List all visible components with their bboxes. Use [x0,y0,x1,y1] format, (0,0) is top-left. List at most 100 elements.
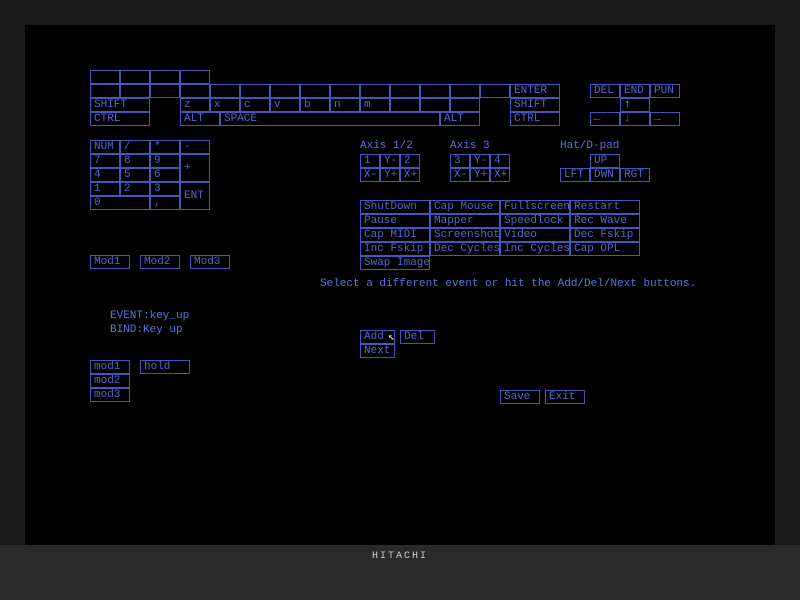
action-inccycles[interactable]: Inc Cycles [500,242,570,256]
key-enter[interactable]: ENTER [510,84,560,98]
save-button[interactable]: Save [500,390,540,404]
key-generic[interactable] [420,98,450,112]
hat-rgt[interactable]: RGT [620,168,650,182]
key-generic[interactable] [180,84,210,98]
key-generic[interactable] [420,84,450,98]
action-capopl[interactable]: Cap OPL [570,242,640,256]
numpad-num[interactable]: NUM [90,140,120,154]
key-ctrl-left[interactable]: CTRL [90,112,150,126]
action-incfskip[interactable]: Inc Fskip [360,242,430,256]
mod2-button[interactable]: Mod2 [140,255,180,269]
key-n[interactable]: n [330,98,360,112]
key-shift-left[interactable]: SHIFT [90,98,150,112]
axis12-xplus[interactable]: X+ [400,168,420,182]
key-x[interactable]: x [210,98,240,112]
hat-up[interactable]: UP [590,154,620,168]
key-b[interactable]: b [300,98,330,112]
action-screenshot[interactable]: Screenshot [430,228,500,242]
key-generic[interactable] [450,98,480,112]
key-z[interactable]: z [180,98,210,112]
action-swapimage[interactable]: Swap Image [360,256,430,270]
action-shutdown[interactable]: ShutDown [360,200,430,214]
action-deccycles[interactable]: Dec Cycles [430,242,500,256]
key-ctrl-right[interactable]: CTRL [510,112,560,126]
action-capmidi[interactable]: Cap MIDI [360,228,430,242]
action-fullscreen[interactable]: Fullscreen [500,200,570,214]
key-up-arrow[interactable]: ↑ [620,98,650,112]
key-generic[interactable] [90,84,120,98]
action-mapper[interactable]: Mapper [430,214,500,228]
key-generic[interactable] [90,70,120,84]
bindmod3-button[interactable]: mod3 [90,388,130,402]
numpad-comma[interactable]: , [150,196,180,210]
axis3-xminus[interactable]: X- [450,168,470,182]
axis3-4[interactable]: 4 [490,154,510,168]
action-restart[interactable]: Restart [570,200,640,214]
key-down-arrow[interactable]: ↓ [620,112,650,126]
key-generic[interactable] [390,84,420,98]
numpad-ent[interactable]: ENT [180,182,210,210]
key-generic[interactable] [480,84,510,98]
hat-lft[interactable]: LFT [560,168,590,182]
key-shift-right[interactable]: SHIFT [510,98,560,112]
mod3-button[interactable]: Mod3 [190,255,230,269]
action-pause[interactable]: Pause [360,214,430,228]
mod1-button[interactable]: Mod1 [90,255,130,269]
bindmod1-button[interactable]: mod1 [90,360,130,374]
action-speedlock[interactable]: Speedlock [500,214,570,228]
key-alt-right[interactable]: ALT [440,112,480,126]
axis12-2[interactable]: 2 [400,154,420,168]
axis3-yminus[interactable]: Y- [470,154,490,168]
key-generic[interactable] [150,70,180,84]
key-left-arrow[interactable]: ← [590,112,620,126]
key-generic[interactable] [390,98,420,112]
key-generic[interactable] [300,84,330,98]
key-generic[interactable] [450,84,480,98]
key-alt-left[interactable]: ALT [180,112,220,126]
next-button[interactable]: Next [360,344,395,358]
bindhold-button[interactable]: hold [140,360,190,374]
axis12-1[interactable]: 1 [360,154,380,168]
key-generic[interactable] [240,84,270,98]
hat-dwn[interactable]: DWN [590,168,620,182]
action-recwave[interactable]: Rec Wave [570,214,640,228]
numpad-0[interactable]: 0 [90,196,150,210]
key-c[interactable]: c [240,98,270,112]
numpad-9[interactable]: 9 [150,154,180,168]
key-generic[interactable] [120,84,150,98]
key-generic[interactable] [270,84,300,98]
key-v[interactable]: v [270,98,300,112]
axis12-yplus[interactable]: Y+ [380,168,400,182]
numpad-mul[interactable]: * [150,140,180,154]
action-capmouse[interactable]: Cap Mouse [430,200,500,214]
key-generic[interactable] [360,84,390,98]
action-decfskip[interactable]: Dec Fskip [570,228,640,242]
axis3-3[interactable]: 3 [450,154,470,168]
key-right-arrow[interactable]: → [650,112,680,126]
key-m[interactable]: m [360,98,390,112]
numpad-1[interactable]: 1 [90,182,120,196]
key-del[interactable]: DEL [590,84,620,98]
axis12-yminus[interactable]: Y- [380,154,400,168]
numpad-6[interactable]: 6 [150,168,180,182]
key-pun[interactable]: PUN [650,84,680,98]
key-generic[interactable] [330,84,360,98]
numpad-7[interactable]: 7 [90,154,120,168]
numpad-8[interactable]: 8 [120,154,150,168]
axis3-yplus[interactable]: Y+ [470,168,490,182]
exit-button[interactable]: Exit [545,390,585,404]
numpad-3[interactable]: 3 [150,182,180,196]
bindmod2-button[interactable]: mod2 [90,374,130,388]
key-generic[interactable] [150,84,180,98]
numpad-5[interactable]: 5 [120,168,150,182]
key-end[interactable]: END [620,84,650,98]
key-space[interactable]: SPACE [220,112,440,126]
action-video[interactable]: Video [500,228,570,242]
axis3-xplus[interactable]: X+ [490,168,510,182]
key-generic[interactable] [210,84,240,98]
numpad-div[interactable]: / [120,140,150,154]
axis12-xminus[interactable]: X- [360,168,380,182]
key-generic[interactable] [180,70,210,84]
numpad-4[interactable]: 4 [90,168,120,182]
numpad-2[interactable]: 2 [120,182,150,196]
